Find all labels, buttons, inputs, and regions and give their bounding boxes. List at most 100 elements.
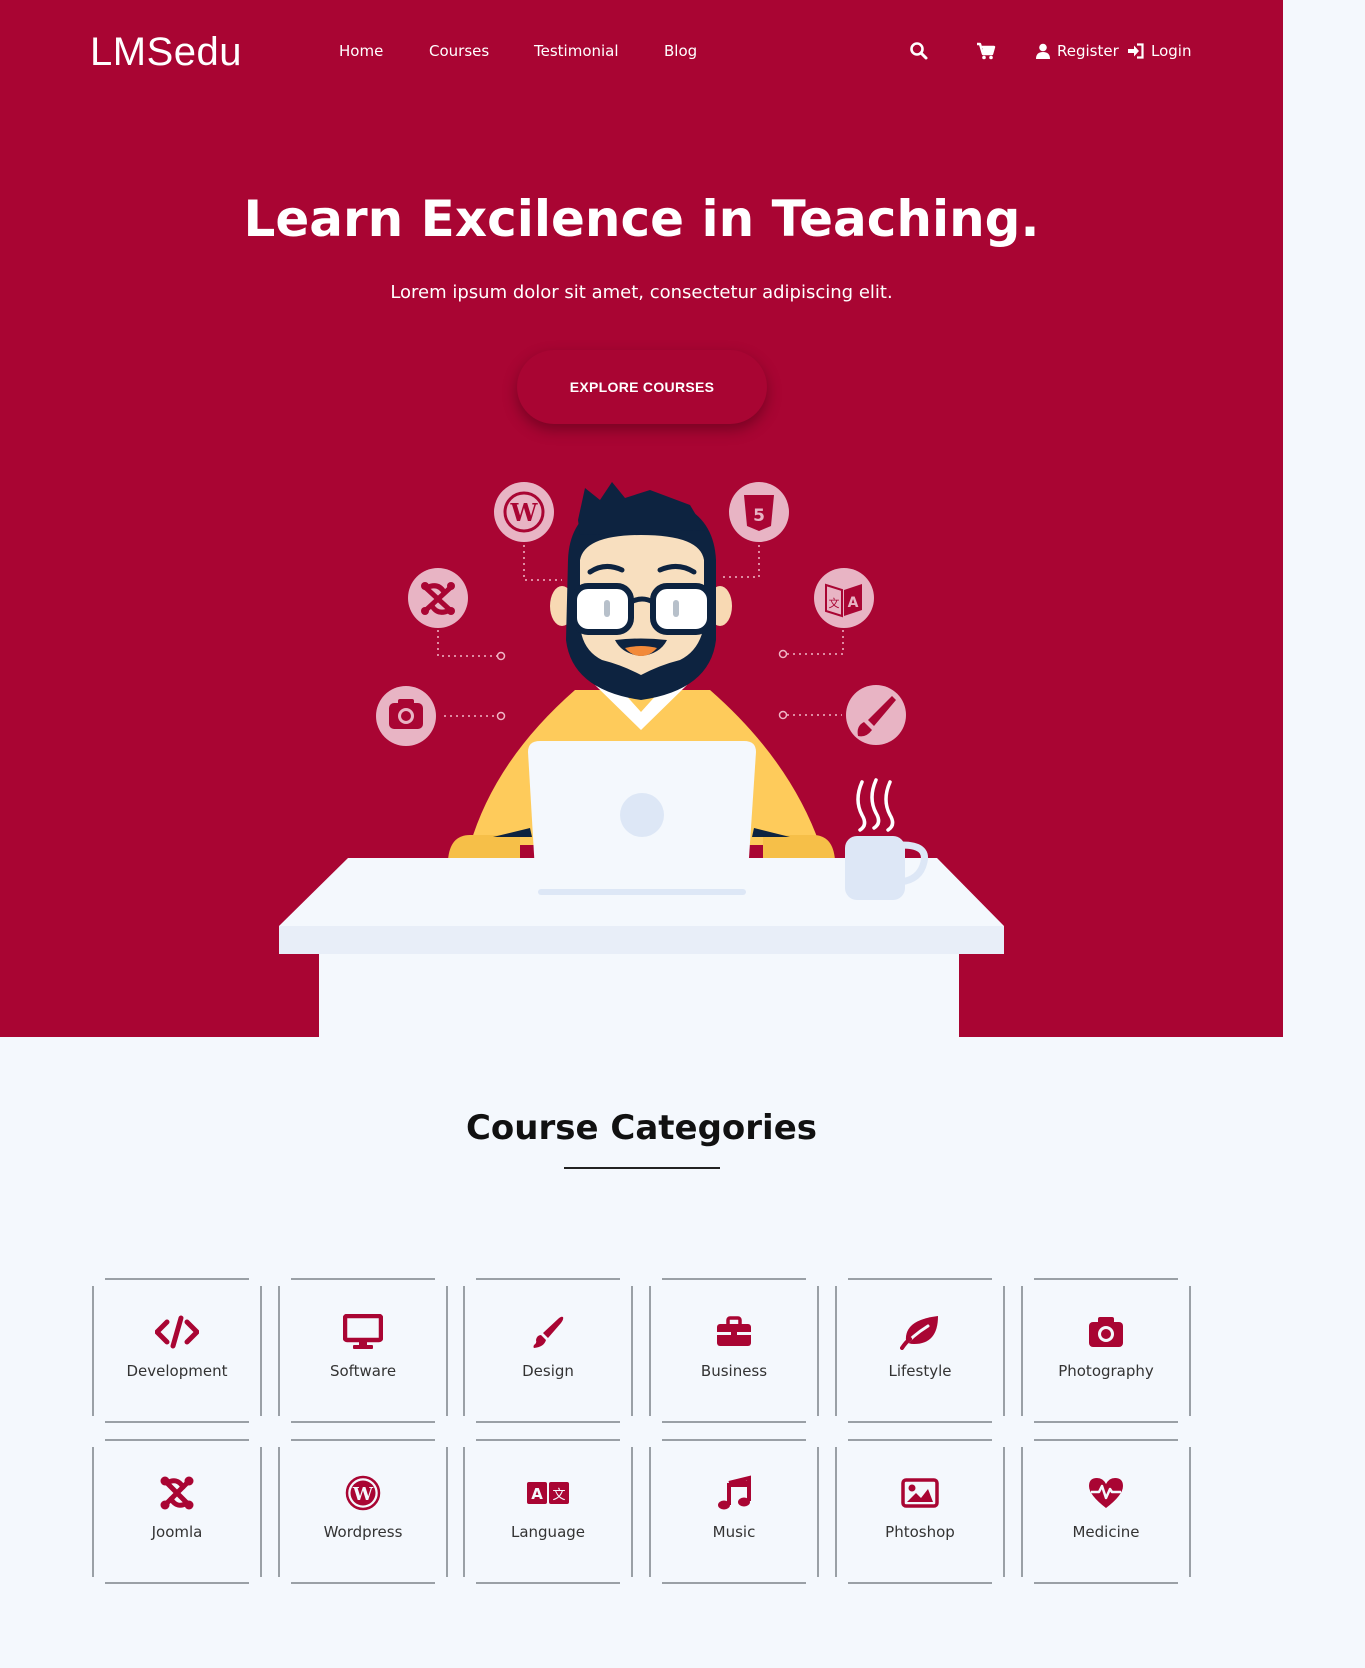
nav-item-home[interactable]: Home (339, 42, 383, 60)
category-card-medicine[interactable]: Medicine (1021, 1439, 1191, 1584)
card-border (291, 1421, 435, 1423)
svg-text:W: W (510, 498, 539, 527)
card-border (1021, 1447, 1023, 1577)
card-border (848, 1582, 992, 1584)
card-border (649, 1447, 651, 1577)
svg-text:文: 文 (829, 596, 840, 610)
card-border (1003, 1447, 1005, 1577)
translate-bubble-icon: A 文 (814, 568, 874, 628)
category-card-music[interactable]: Music (649, 1439, 819, 1584)
category-card-language[interactable]: A 文 Language (463, 1439, 633, 1584)
music-icon (649, 1475, 819, 1511)
card-border (92, 1286, 94, 1416)
card-border (662, 1421, 806, 1423)
briefcase-icon (649, 1314, 819, 1350)
category-label: Photography (1058, 1362, 1154, 1380)
category-label: Lifestyle (888, 1362, 952, 1380)
section-title-underline (564, 1167, 720, 1169)
language-icon: A文 (463, 1475, 633, 1511)
card-border (92, 1447, 94, 1577)
card-border (817, 1286, 819, 1416)
hero-title: Learn Excilence in Teaching. (243, 190, 1040, 248)
hero-section: W 5 A 文 LMSedu Home Courses Testimonial … (0, 0, 1283, 1037)
card-border (1003, 1286, 1005, 1416)
leaf-icon (835, 1314, 1005, 1350)
category-label: Business (700, 1362, 768, 1380)
card-border (105, 1421, 249, 1423)
card-border (1034, 1439, 1178, 1441)
card-border (278, 1447, 280, 1577)
card-border (476, 1421, 620, 1423)
svg-text:W: W (352, 1484, 374, 1505)
card-border (260, 1447, 262, 1577)
nav-item-testimonial[interactable]: Testimonial (534, 42, 619, 60)
paintbrush-icon (463, 1314, 633, 1350)
category-card-phtoshop[interactable]: Phtoshop (835, 1439, 1005, 1584)
category-card-photography[interactable]: Photography (1021, 1278, 1191, 1423)
card-border (631, 1286, 633, 1416)
register-label: Register (1057, 42, 1119, 60)
category-card-wordpress[interactable]: W Wordpress (278, 1439, 448, 1584)
nav-item-blog[interactable]: Blog (664, 42, 697, 60)
category-label: Software (329, 1362, 397, 1380)
hero-illustration: W 5 A 文 (279, 482, 1004, 1037)
cart-icon[interactable] (975, 40, 997, 62)
search-icon[interactable] (908, 40, 930, 62)
category-label: Music (712, 1523, 756, 1541)
category-card-business[interactable]: Business (649, 1278, 819, 1423)
card-border (446, 1447, 448, 1577)
category-card-development[interactable]: Development (92, 1278, 262, 1423)
paintbrush-bubble-icon (846, 685, 906, 745)
category-label: Design (522, 1362, 574, 1380)
category-card-software[interactable]: Software (278, 1278, 448, 1423)
card-border (105, 1439, 249, 1441)
explore-courses-button[interactable]: EXPLORE COURSES (517, 350, 767, 424)
card-border (105, 1278, 249, 1280)
card-border (662, 1582, 806, 1584)
category-label: Joomla (151, 1523, 203, 1541)
joomla-bubble-icon (408, 568, 468, 628)
card-border (463, 1447, 465, 1577)
svg-text:文: 文 (552, 1488, 565, 1503)
card-border (649, 1286, 651, 1416)
category-label: Phtoshop (885, 1523, 955, 1541)
nav-item-courses[interactable]: Courses (429, 42, 489, 60)
card-border (848, 1421, 992, 1423)
card-border (835, 1286, 837, 1416)
site-logo[interactable]: LMSedu (90, 30, 242, 75)
card-border (1034, 1278, 1178, 1280)
card-border (1034, 1421, 1178, 1423)
user-icon (1036, 43, 1050, 59)
card-border (1189, 1286, 1191, 1416)
card-border (476, 1278, 620, 1280)
heartbeat-icon (1021, 1475, 1191, 1511)
category-card-design[interactable]: Design (463, 1278, 633, 1423)
svg-text:A: A (848, 595, 859, 611)
camera-bubble-icon (376, 686, 436, 746)
login-link[interactable]: Login (1127, 42, 1191, 60)
register-link[interactable]: Register (1036, 42, 1119, 60)
card-border (662, 1278, 806, 1280)
category-label: Medicine (1072, 1523, 1140, 1541)
login-label: Login (1151, 42, 1192, 60)
card-border (291, 1278, 435, 1280)
card-border (291, 1582, 435, 1584)
card-border (105, 1582, 249, 1584)
html5-bubble-icon: 5 (729, 482, 789, 542)
wordpress-icon: W (278, 1475, 448, 1511)
top-navbar: LMSedu Home Courses Testimonial Blog Reg… (0, 0, 1283, 104)
joomla-icon (92, 1475, 262, 1511)
card-border (848, 1439, 992, 1441)
card-border (476, 1439, 620, 1441)
card-border (1034, 1582, 1178, 1584)
camera-icon (1021, 1314, 1191, 1350)
hero-subtitle: Lorem ipsum dolor sit amet, consectetur … (390, 282, 893, 303)
category-card-joomla[interactable]: Joomla (92, 1439, 262, 1584)
code-icon (92, 1314, 262, 1350)
monitor-icon (278, 1314, 448, 1350)
wordpress-bubble-icon: W (494, 482, 554, 542)
card-border (817, 1447, 819, 1577)
section-title: Course Categories (465, 1108, 818, 1148)
card-border (835, 1447, 837, 1577)
category-card-lifestyle[interactable]: Lifestyle (835, 1278, 1005, 1423)
